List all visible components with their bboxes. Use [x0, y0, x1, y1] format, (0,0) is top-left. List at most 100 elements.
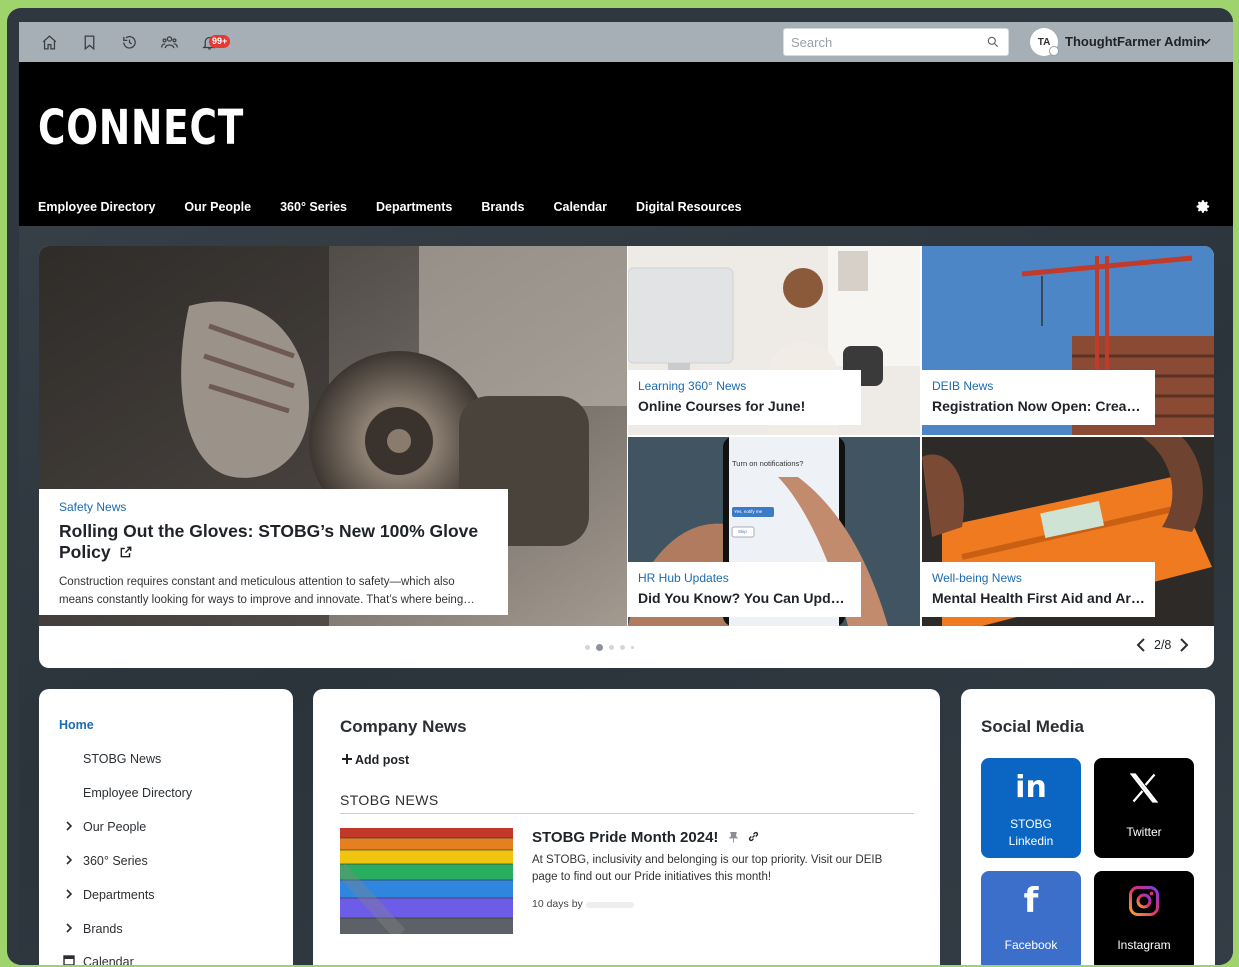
- phone-yes-button: Yes, notify me: [734, 509, 763, 514]
- social-media-title: Social Media: [981, 717, 1084, 736]
- link-icon[interactable]: [747, 830, 760, 843]
- home-icon[interactable]: [37, 30, 61, 54]
- notifications-bell-icon[interactable]: 99+: [197, 30, 231, 54]
- tile-title[interactable]: Mental Health First Aid and Are…: [932, 590, 1145, 606]
- carousel-dot[interactable]: [620, 645, 625, 650]
- search-input[interactable]: [784, 29, 974, 55]
- tile-card[interactable]: HR Hub Updates Did You Know? You Can Upd…: [628, 562, 861, 617]
- carousel-dot[interactable]: [609, 645, 614, 650]
- news-tile-learning[interactable]: Learning 360° News Online Courses for Ju…: [628, 246, 920, 435]
- site-title[interactable]: CONNECT: [38, 100, 244, 156]
- nav-brands[interactable]: Brands: [481, 200, 524, 214]
- nav-employee-directory[interactable]: Employee Directory: [38, 200, 155, 214]
- plus-icon: [342, 754, 352, 764]
- tile-card[interactable]: Well-being News Mental Health First Aid …: [922, 562, 1155, 617]
- app-background: 99+ TA ThoughtFarmer Admin CONNECT Emplo…: [19, 22, 1233, 965]
- add-post-button[interactable]: Add post: [342, 753, 409, 767]
- post-title[interactable]: STOBG Pride Month 2024!: [532, 829, 760, 846]
- news-tile-deib[interactable]: DEIB News Registration Now Open: Creati…: [922, 246, 1214, 435]
- linkedin-icon: in: [1015, 770, 1047, 805]
- tile-category[interactable]: DEIB News: [932, 379, 1145, 393]
- nav-calendar[interactable]: Calendar: [553, 200, 607, 214]
- pin-icon: [728, 831, 738, 843]
- nav-stobg-news[interactable]: STOBG News: [83, 752, 161, 766]
- nav-digital-resources[interactable]: Digital Resources: [636, 200, 742, 214]
- bookmark-icon[interactable]: [77, 30, 101, 54]
- hero-slide[interactable]: Safety News Rolling Out the Gloves: STOB…: [39, 246, 627, 626]
- post-meta: 10 days by: [532, 898, 583, 910]
- app-frame: 99+ TA ThoughtFarmer Admin CONNECT Emplo…: [7, 8, 1233, 965]
- nav-brands[interactable]: Brands: [83, 922, 123, 936]
- tile-category[interactable]: Learning 360° News: [638, 379, 851, 393]
- phone-skip-button: Skip: [738, 529, 747, 534]
- company-news-title: Company News: [340, 717, 467, 736]
- main-nav: Employee Directory Our People 360° Serie…: [38, 200, 771, 214]
- company-news-panel: Company News Add post STOBG NEWS STOBG P…: [313, 689, 940, 965]
- tile-title[interactable]: Registration Now Open: Creati…: [932, 398, 1145, 414]
- notification-count-badge: 99+: [209, 35, 231, 48]
- news-section-label: STOBG NEWS: [340, 792, 439, 808]
- nav-employee-directory[interactable]: Employee Directory: [83, 786, 192, 800]
- instagram-icon: [1129, 886, 1159, 916]
- tile-card[interactable]: Learning 360° News Online Courses for Ju…: [628, 370, 861, 425]
- x-twitter-icon: [1129, 773, 1159, 803]
- facebook-button[interactable]: f Facebook: [981, 871, 1081, 965]
- site-header: CONNECT Employee Directory Our People 36…: [19, 62, 1233, 226]
- carousel-page-indicator: 2/8: [1154, 638, 1172, 652]
- post-thumbnail[interactable]: [340, 828, 513, 934]
- news-tile-hr[interactable]: Turn on notifications? Yes, notify me Sk…: [628, 437, 920, 626]
- chevron-right-icon[interactable]: [1177, 637, 1191, 653]
- nav-departments[interactable]: Departments: [376, 200, 452, 214]
- twitter-button[interactable]: Twitter: [1094, 758, 1194, 858]
- nav-360-series[interactable]: 360° Series: [280, 200, 347, 214]
- chevron-right-icon[interactable]: [64, 889, 74, 899]
- linkedin-button[interactable]: in STOBG Linkedin: [981, 758, 1081, 858]
- search-box[interactable]: [783, 28, 1009, 56]
- carousel-dot[interactable]: [631, 646, 634, 649]
- tile-category[interactable]: HR Hub Updates: [638, 571, 851, 585]
- calendar-icon: [63, 955, 75, 965]
- nav-departments[interactable]: Departments: [83, 888, 155, 902]
- section-nav-panel: Home STOBG News Employee Directory Our P…: [39, 689, 293, 965]
- chevron-left-icon[interactable]: [1134, 637, 1148, 653]
- search-icon[interactable]: [986, 35, 1000, 49]
- nav-calendar[interactable]: Calendar: [83, 955, 134, 965]
- top-bar: 99+ TA ThoughtFarmer Admin: [19, 22, 1233, 62]
- chevron-right-icon[interactable]: [64, 821, 74, 831]
- user-name[interactable]: ThoughtFarmer Admin: [1065, 34, 1205, 49]
- chevron-down-icon[interactable]: [1199, 34, 1213, 48]
- nav-our-people[interactable]: Our People: [184, 200, 251, 214]
- news-tile-wellbeing[interactable]: Well-being News Mental Health First Aid …: [922, 437, 1214, 626]
- chevron-right-icon[interactable]: [64, 855, 74, 865]
- chevron-right-icon[interactable]: [64, 923, 74, 933]
- post-author-placeholder: [586, 902, 634, 908]
- hero-description: Construction requires constant and metic…: [59, 576, 475, 606]
- tile-category[interactable]: Well-being News: [932, 571, 1145, 585]
- history-icon[interactable]: [117, 30, 141, 54]
- external-link-icon: [121, 546, 132, 558]
- pride-stairs-image: [340, 828, 513, 934]
- social-media-panel: Social Media in STOBG Linkedin Twitter f…: [961, 689, 1215, 965]
- presence-status-icon: [1049, 46, 1059, 56]
- featured-news-carousel: Safety News Rolling Out the Gloves: STOB…: [39, 246, 1214, 668]
- nav-360-series[interactable]: 360° Series: [83, 854, 148, 868]
- divider: [340, 813, 914, 814]
- instagram-button[interactable]: Instagram: [1094, 871, 1194, 965]
- phone-prompt-text: Turn on notifications?: [732, 459, 804, 468]
- facebook-icon: f: [1023, 881, 1039, 921]
- tile-title[interactable]: Did You Know? You Can Updat…: [638, 590, 851, 606]
- carousel-dot-active[interactable]: [596, 644, 603, 651]
- carousel-dot[interactable]: [585, 645, 590, 650]
- people-icon[interactable]: [157, 30, 181, 54]
- hero-title[interactable]: Rolling Out the Gloves: STOBG’s New 100%…: [59, 521, 488, 563]
- tile-card[interactable]: DEIB News Registration Now Open: Creati…: [922, 370, 1155, 425]
- tile-title[interactable]: Online Courses for June!: [638, 398, 851, 414]
- hero-card[interactable]: Safety News Rolling Out the Gloves: STOB…: [39, 489, 508, 615]
- nav-home[interactable]: Home: [59, 718, 94, 732]
- hero-category[interactable]: Safety News: [59, 500, 488, 514]
- post-description: At STOBG, inclusivity and belonging is o…: [532, 854, 883, 883]
- gear-icon[interactable]: [1196, 199, 1211, 214]
- carousel-pager: 2/8: [1134, 637, 1191, 653]
- nav-our-people[interactable]: Our People: [83, 820, 146, 834]
- carousel-dots: [585, 644, 634, 651]
